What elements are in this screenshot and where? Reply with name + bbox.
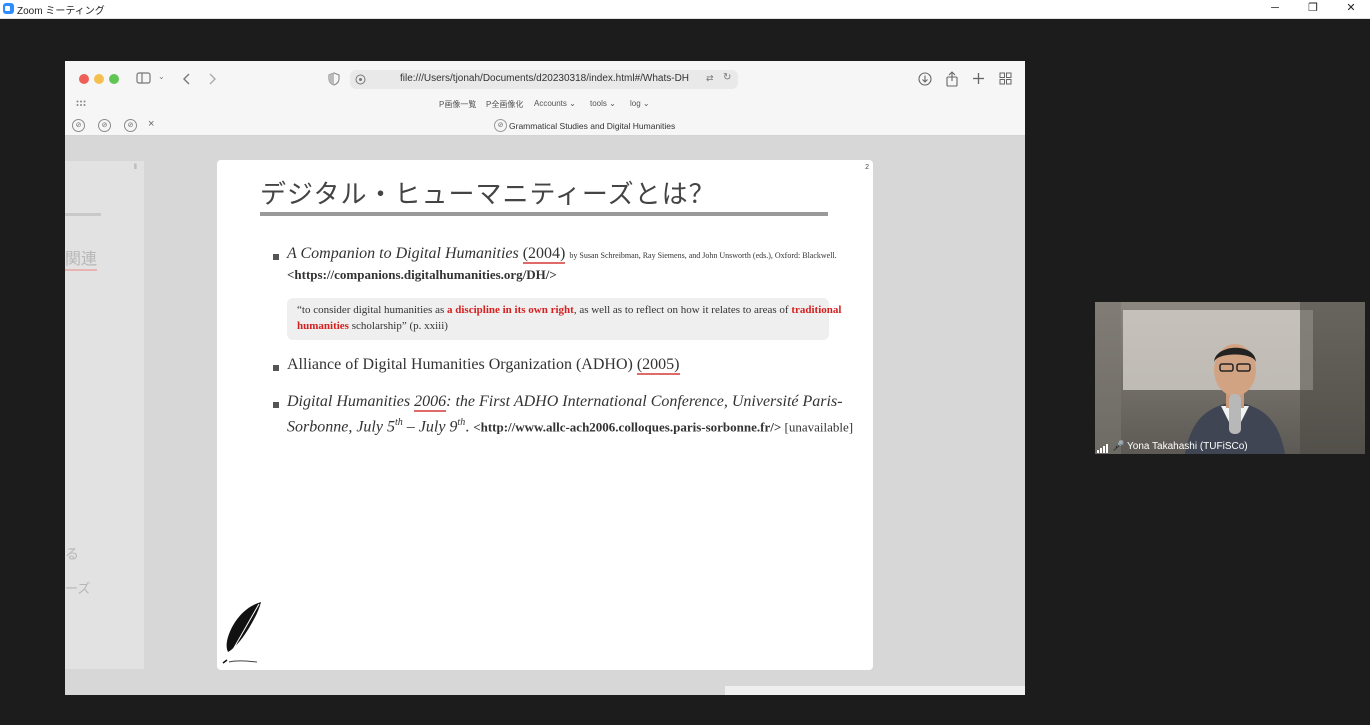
highlight-discipline: a discipline in its own right	[447, 304, 574, 316]
zoom-title-bar: Zoom ミーティング ─ ❐ ✕	[0, 0, 1370, 19]
url-text[interactable]: file:///Users/tjonah/Documents/d20230318…	[400, 73, 689, 84]
tab-compass-icon: ⊘	[494, 119, 507, 132]
restore-button[interactable]: ❐	[1295, 0, 1331, 18]
new-tab-icon[interactable]	[972, 72, 985, 85]
signal-strength-icon	[1097, 444, 1108, 453]
translate-icon[interactable]: ⇄	[706, 73, 714, 84]
bullet-item-dh2006-line2: Sorbonne, July 5th – July 9th. <http://w…	[287, 417, 854, 436]
quote-line-2: humanities scholarship” (p. xxiii)	[297, 320, 448, 332]
reload-icon[interactable]: ↻	[723, 72, 731, 83]
browser-toolbar: ⌄ file:///Users/tjonah/Documents/d202303…	[65, 61, 1025, 136]
slide-viewport: 関連 る ーズ ‖ 2 デジタル・ヒューマニティーズとは？ A Companio…	[65, 136, 1025, 695]
year-2004: (2004)	[522, 245, 566, 264]
compass-icon[interactable]: ⊘	[124, 119, 137, 132]
bullet-item-adho: Alliance of Digital Humanities Organizat…	[287, 356, 680, 375]
side-slide-text: ーズ	[65, 582, 91, 597]
apps-grid-icon[interactable]	[76, 100, 86, 108]
quote-box: “to consider digital humanities as a dis…	[287, 298, 841, 340]
tab-overview-icon[interactable]	[999, 72, 1012, 85]
window-title: Zoom ミーティング	[17, 6, 105, 17]
companion-link[interactable]: <https://companions.digitalhumanities.or…	[287, 267, 557, 283]
bullet	[273, 402, 279, 408]
highlight-traditional: traditional	[791, 304, 842, 316]
forward-icon[interactable]	[208, 73, 218, 85]
bullet-item-dh2006: Digital Humanities 2006: the First ADHO …	[287, 393, 843, 412]
year-2005: (2005)	[636, 356, 680, 375]
book-title: A Companion to Digital Humanities	[287, 245, 519, 262]
minimize-traffic-light[interactable]	[94, 74, 104, 84]
close-traffic-light[interactable]	[79, 74, 89, 84]
chevron-down-icon[interactable]: ⌄	[158, 72, 165, 81]
tab-title[interactable]: Grammatical Studies and Digital Humaniti…	[509, 121, 675, 131]
muted-mic-icon: 🎤	[1112, 441, 1125, 452]
shared-screen: ⌄ file:///Users/tjonah/Documents/d202303…	[65, 61, 1025, 695]
participant-name: Yona Takahashi (TUFiSCo)	[1127, 441, 1248, 452]
side-slide-text: る	[65, 547, 79, 563]
compass-icon[interactable]: ⊘	[72, 119, 85, 132]
bullet	[273, 365, 279, 371]
participant-video[interactable]	[1095, 302, 1365, 454]
minimize-button[interactable]: ─	[1257, 0, 1293, 18]
book-authors: by Susan Schreibman, Ray Siemens, and Jo…	[569, 251, 837, 260]
conference-link[interactable]: <http://www.allc-ach2006.colloques.paris…	[473, 419, 781, 434]
site-info-icon[interactable]	[355, 74, 366, 85]
divider	[65, 213, 101, 216]
download-icon[interactable]	[918, 72, 932, 86]
bookmark-log[interactable]: log ⌄	[630, 99, 650, 108]
slide-number: 2	[865, 164, 869, 171]
shield-icon[interactable]	[328, 72, 340, 86]
compass-icon[interactable]: ⊘	[98, 119, 111, 132]
sidebar-icon[interactable]	[136, 72, 152, 85]
close-button[interactable]: ✕	[1333, 0, 1369, 18]
participant-video-frame	[1095, 302, 1365, 454]
bookmark-tools[interactable]: tools ⌄	[590, 99, 616, 108]
tab-close-button[interactable]: ×	[148, 118, 154, 130]
bookmark-p-zengazoka[interactable]: P全画像化	[486, 99, 523, 110]
current-slide: 2 デジタル・ヒューマニティーズとは？ A Companion to Digit…	[217, 160, 873, 670]
feather-quill-icon	[222, 602, 261, 664]
pause-icon: ‖	[134, 164, 137, 171]
zoom-traffic-light[interactable]	[109, 74, 119, 84]
zoom-logo-icon	[3, 3, 14, 14]
side-slide-text: 関連	[65, 245, 98, 271]
previous-slide[interactable]: 関連 る ーズ ‖	[65, 161, 144, 669]
address-bar[interactable]: file:///Users/tjonah/Documents/d20230318…	[350, 70, 738, 89]
bullet-item-companion: A Companion to Digital Humanities (2004)…	[287, 245, 837, 264]
bullet	[273, 254, 279, 260]
bookmark-p-gazo-ichiran[interactable]: P画像一覧	[439, 99, 476, 110]
next-slide-edge	[725, 686, 1025, 695]
title-underline	[260, 212, 828, 216]
year-2006: 2006	[414, 393, 447, 412]
unavailable-note: [unavailable]	[781, 419, 854, 435]
back-icon[interactable]	[182, 73, 192, 85]
bookmark-accounts[interactable]: Accounts ⌄	[534, 99, 576, 108]
share-icon[interactable]	[945, 71, 959, 87]
highlight-humanities: humanities	[297, 320, 349, 332]
slide-title: デジタル・ヒューマニティーズとは？	[260, 180, 716, 210]
quote-line-1: “to consider digital humanities as a dis…	[297, 304, 842, 316]
